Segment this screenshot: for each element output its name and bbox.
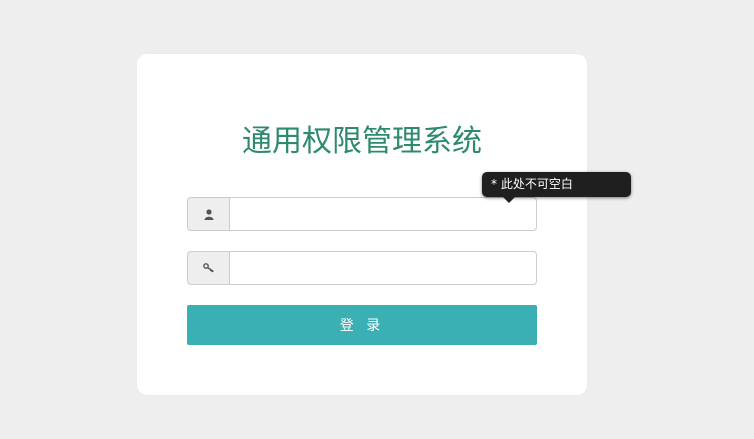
page-title: 通用权限管理系统 [242, 124, 482, 159]
username-field [187, 197, 537, 231]
validation-tooltip-text: * 此处不可空白 [491, 177, 573, 191]
password-field [187, 251, 537, 285]
password-addon [187, 251, 229, 285]
validation-tooltip: * 此处不可空白 [482, 172, 631, 203]
username-input[interactable] [229, 197, 537, 231]
login-button[interactable]: 登 录 [187, 305, 537, 345]
login-page: 通用权限管理系统 登 录 * 此处不可空白 [0, 0, 754, 439]
username-addon [187, 197, 229, 231]
key-icon [202, 263, 214, 273]
login-card: 通用权限管理系统 登 录 [137, 54, 587, 395]
password-input[interactable] [229, 251, 537, 285]
user-icon [204, 208, 213, 220]
tooltip-arrow [503, 197, 515, 203]
